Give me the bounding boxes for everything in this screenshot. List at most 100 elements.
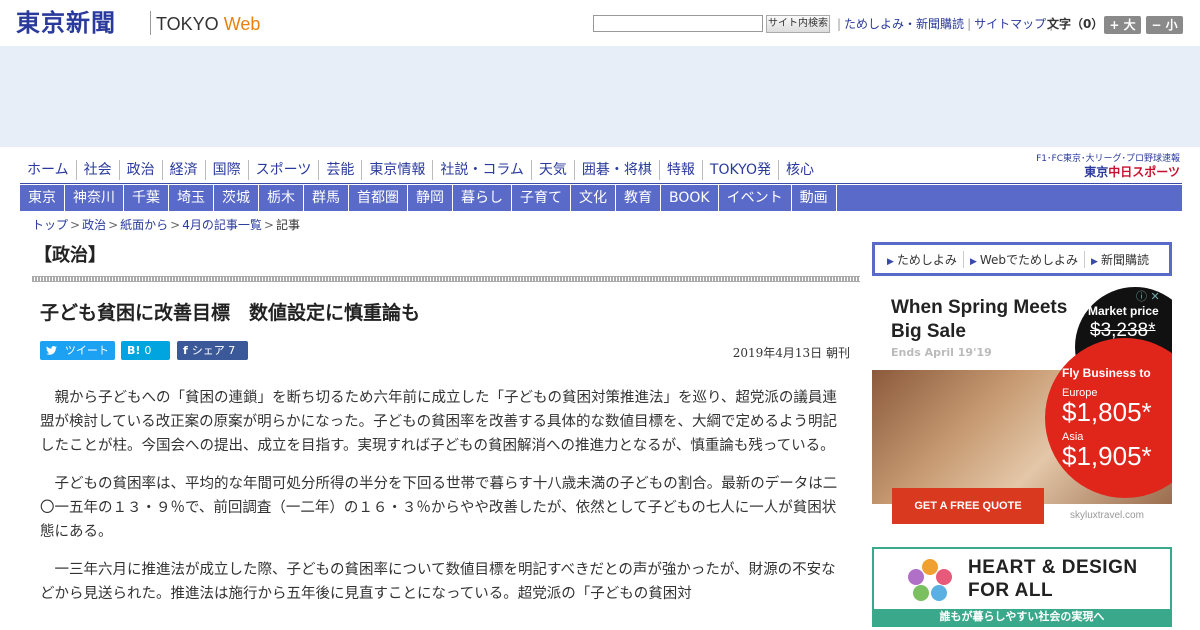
hatena-bookmark-icon: B! (127, 344, 141, 357)
breadcrumb-separator: > (70, 218, 81, 232)
nav-item-economy[interactable]: 経済 (161, 160, 205, 180)
nav-item-sports[interactable]: スポーツ (247, 160, 319, 180)
ad-headline: When Spring Meets Big Sale (891, 297, 1068, 342)
region-item-shutoken[interactable]: 首都圏 (349, 185, 408, 211)
breadcrumb-separator: > (108, 218, 119, 232)
ad-ends-date: Ends April 19'19 (891, 346, 992, 359)
header-links: | ためしよみ・新聞購読 | サイトマップ | (834, 15, 1056, 33)
ad2-title-bottom: FOR ALL (968, 580, 1054, 601)
main-nav: ホーム 社会 政治 経済 国際 スポーツ 芸能 東京情報 社説・コラム 天気 囲… (20, 160, 821, 180)
subscribe-link[interactable]: ためしよみ・新聞購読 (844, 17, 964, 31)
nav-item-tokyo-hatsu[interactable]: TOKYO発 (701, 160, 778, 180)
region-item-parenting[interactable]: 子育て (512, 185, 571, 211)
subscription-promo-links: ▶ ためしよみ ▶ Webでためしよみ ▶ 新聞購読 (872, 242, 1172, 276)
region-item-tochigi[interactable]: 栃木 (259, 185, 304, 211)
breadcrumb: トップ > 政治 > 紙面から >4月の記事一覧 > 記事 (32, 216, 300, 234)
nav-item-home[interactable]: ホーム (20, 160, 76, 180)
logo-divider (150, 11, 151, 35)
section-title: 【政治】 (34, 245, 106, 266)
section-divider (32, 276, 860, 282)
region-item-saitama[interactable]: 埼玉 (169, 185, 214, 211)
region-item-gunma[interactable]: 群馬 (304, 185, 349, 211)
link-divider: | (837, 17, 842, 31)
facebook-icon: f (183, 344, 188, 357)
site-search-button[interactable]: サイト内検索 (766, 15, 830, 33)
region-item-video[interactable]: 動画 (792, 185, 837, 211)
ad-choices-icon[interactable]: ⓘ ✕ (1136, 288, 1160, 304)
nav-item-international[interactable]: 国際 (204, 160, 248, 180)
breadcrumb-politics[interactable]: 政治 (82, 218, 106, 232)
font-increase-button[interactable]: + 大 (1104, 16, 1141, 34)
chunichi-sports-link[interactable]: F1･FC東京･大リーグ･プロ野球速報 東京中日スポーツ (1020, 154, 1180, 180)
site-header: 東京新聞 TOKYO Web サイト内検索 | ためしよみ・新聞購読 | サイトマップ… (0, 0, 1200, 46)
hatena-count: 0 (144, 344, 152, 357)
breadcrumb-from-paper[interactable]: 紙面から (120, 218, 168, 232)
font-size-label: 文字（0） (1047, 17, 1104, 31)
nav-item-editorial[interactable]: 社説・コラム (432, 160, 531, 180)
region-item-chiba[interactable]: 千葉 (124, 185, 169, 211)
region-item-ibaraki[interactable]: 茨城 (214, 185, 259, 211)
travel-ad[interactable]: When Spring Meets Big Sale Ends April 19… (872, 286, 1172, 536)
font-decrease-button[interactable]: − 小 (1146, 16, 1183, 34)
promo-link-web-trial-label: Webでためしよみ (979, 252, 1079, 267)
heart-design-ad[interactable]: HEART & DESIGN FOR ALL 誰もが暮らしやすい社会の実現へ (872, 547, 1172, 627)
promo-link-trial-label: ためしよみ (896, 252, 957, 267)
facebook-share-label: シェア (191, 344, 225, 357)
ad-fly-label: Fly Business to (1062, 366, 1151, 380)
nav-item-kakushin[interactable]: 核心 (777, 160, 821, 180)
ad-quote-button[interactable]: GET A FREE QUOTE (892, 488, 1044, 524)
nav-item-special[interactable]: 特報 (658, 160, 702, 180)
breadcrumb-separator: > (263, 218, 274, 232)
region-item-event[interactable]: イベント (719, 185, 792, 211)
promo-link-subscribe[interactable]: ▶ 新聞購読 (1084, 250, 1155, 268)
article-body: 親から子どもへの「貧困の連鎖」を断ち切るため六年前に成立した「子どもの貧困対策推… (40, 386, 842, 620)
region-item-education[interactable]: 教育 (616, 185, 661, 211)
nav-divider (20, 183, 1182, 184)
nav-item-politics[interactable]: 政治 (118, 160, 162, 180)
sponsor-tagline: F1･FC東京･大リーグ･プロ野球速報 (1036, 154, 1180, 164)
region-item-kanagawa[interactable]: 神奈川 (65, 185, 124, 211)
breadcrumb-separator: > (170, 218, 181, 232)
triangle-right-icon: ▶ (1091, 256, 1098, 267)
sponsor-logo-chunichi: 中日スポーツ (1108, 165, 1180, 179)
flower-icon (908, 559, 952, 601)
site-logo-sub[interactable]: TOKYO Web (156, 13, 260, 35)
ad-europe-price: $1,805* (1062, 397, 1152, 427)
tweet-button[interactable]: ツイート (40, 341, 115, 360)
hatena-bookmark-button[interactable]: B! 0 (121, 341, 170, 360)
search-input[interactable] (593, 15, 763, 32)
article-paragraph: 一三年六月に推進法が成立した際、子どもの貧困率について数値目標を明記すべきだとの… (40, 562, 836, 602)
nav-item-entertainment[interactable]: 芸能 (318, 160, 361, 180)
nav-item-weather[interactable]: 天気 (530, 160, 574, 180)
logo-sub-web: Web (223, 14, 261, 34)
tweet-label: ツイート (64, 344, 109, 357)
sponsor-logo-tokyo: 東京 (1084, 165, 1109, 179)
twitter-bird-icon (46, 344, 61, 357)
region-item-book[interactable]: BOOK (661, 185, 719, 211)
nav-item-society[interactable]: 社会 (75, 160, 119, 180)
site-logo[interactable]: 東京新聞 (16, 9, 116, 37)
triangle-right-icon: ▶ (887, 256, 894, 267)
nav-item-go-shogi[interactable]: 囲碁・将棋 (573, 160, 659, 180)
sitemap-link[interactable]: サイトマップ (974, 17, 1046, 31)
nav-item-tokyo-info[interactable]: 東京情報 (361, 160, 432, 180)
region-item-tokyo[interactable]: 東京 (20, 185, 65, 211)
sponsor-logo: 東京中日スポーツ (1020, 165, 1180, 180)
breadcrumb-current: 記事 (275, 218, 300, 232)
breadcrumb-april-list[interactable]: 4月の記事一覧 (182, 218, 262, 232)
region-item-living[interactable]: 暮らし (453, 185, 512, 211)
top-ad-banner (0, 46, 1200, 147)
promo-link-trial[interactable]: ▶ ためしよみ (881, 251, 963, 268)
region-item-shizuoka[interactable]: 静岡 (408, 185, 453, 211)
promo-link-web-trial[interactable]: ▶ Webでためしよみ (962, 250, 1084, 268)
logo-sub-tokyo: TOKYO (156, 14, 224, 34)
article-paragraph: 親から子どもへの「貧困の連鎖」を断ち切るため六年前に成立した「子どもの貧困対策推… (40, 390, 838, 454)
article-date: 2019年4月13日 朝刊 (732, 346, 850, 360)
breadcrumb-top[interactable]: トップ (32, 218, 68, 232)
ad2-tagline: 誰もが暮らしやすい社会の実現へ (874, 609, 1170, 625)
article-paragraph: 子どもの貧困率は、平均的な年間可処分所得の半分を下回る世帯で暮らす十八歳未満の子… (40, 476, 838, 540)
ad-asia-price: $1,905* (1062, 441, 1152, 471)
facebook-share-button[interactable]: f シェア 7 (177, 341, 248, 360)
link-divider: | (967, 17, 972, 31)
region-item-culture[interactable]: 文化 (571, 185, 616, 211)
